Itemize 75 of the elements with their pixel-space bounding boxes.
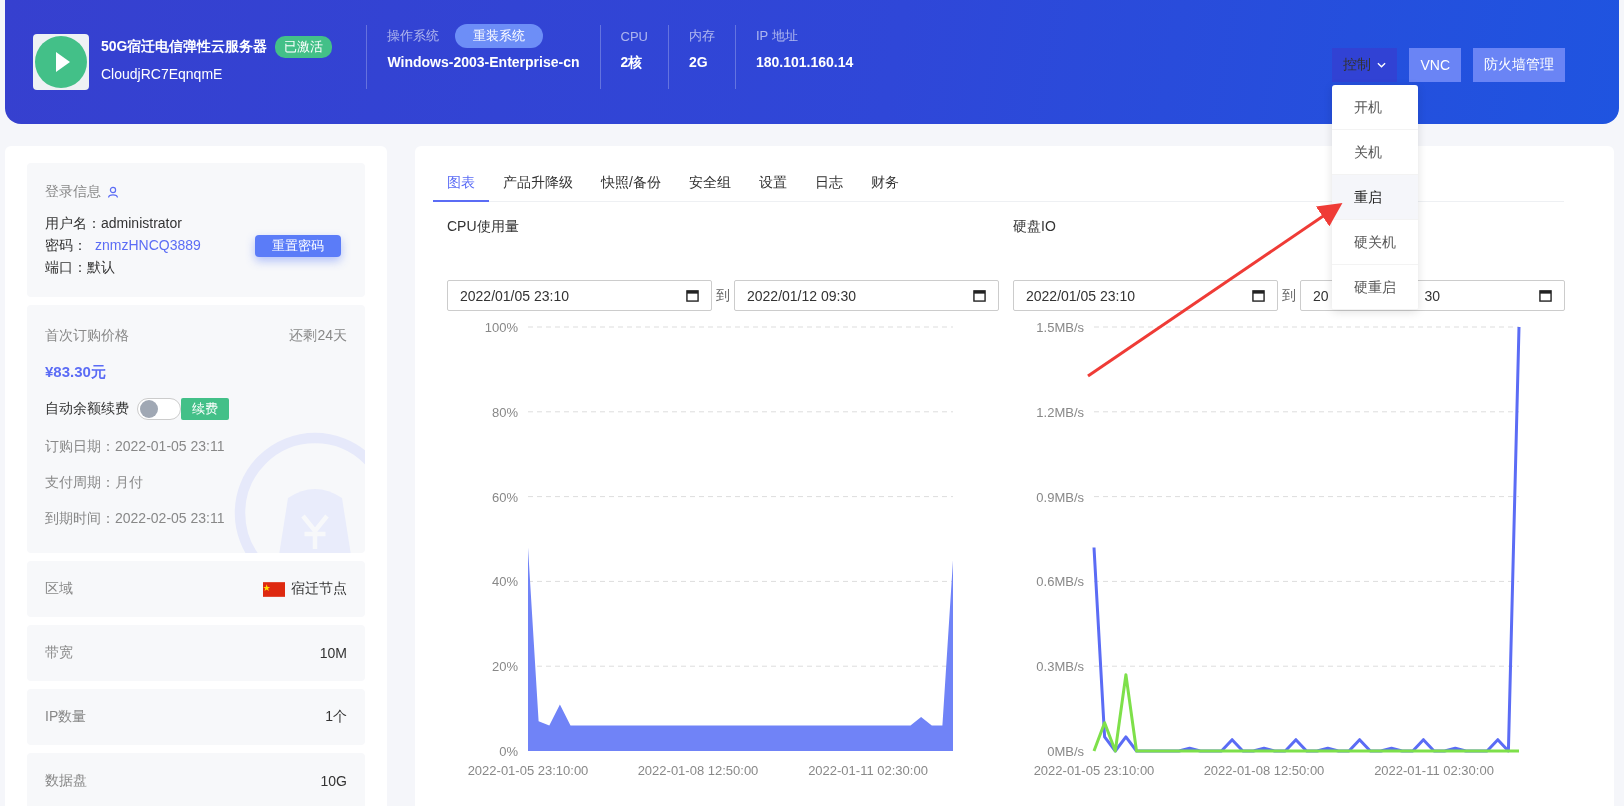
auto-renew-label: 自动余额续费	[45, 400, 129, 418]
y-axis-label: 80%	[491, 404, 518, 420]
tab[interactable]: 产品升降级	[489, 168, 587, 202]
property-value: 10G	[320, 773, 347, 789]
y-axis-label: 100%	[484, 320, 518, 335]
y-axis-label: 1.5MB/s	[1036, 320, 1084, 335]
billing-detail: 订购日期：2022-01-05 23:11	[45, 438, 225, 456]
x-axis-label: 2022-01-11 02:30:00	[1374, 763, 1494, 778]
tab[interactable]: 图表	[433, 168, 489, 202]
y-axis-label: 60%	[491, 489, 518, 505]
password-value: znmzHNCQ3889	[95, 237, 201, 255]
property-value: 10M	[319, 645, 347, 661]
y-axis-label: 1.2MB/s	[1036, 404, 1084, 420]
tab[interactable]: 设置	[744, 168, 801, 202]
port-text: 端口：默认	[45, 259, 116, 277]
tab[interactable]: 安全组	[674, 168, 745, 202]
tab[interactable]: 财务	[856, 168, 913, 202]
login-title: 登录信息	[45, 183, 101, 201]
calendar-icon	[1252, 289, 1265, 302]
calendar-icon	[686, 289, 699, 302]
date-field[interactable]: 2022/01/12 09:30	[734, 280, 999, 311]
x-axis-label: 2022-01-05 23:10:00	[1033, 763, 1155, 778]
spec-label: 内存	[688, 27, 715, 45]
billing-detail: 到期时间：2022-02-05 23:11	[45, 510, 225, 528]
billing-detail: 支付周期：月付	[45, 474, 143, 492]
property-label: IP数量	[45, 708, 87, 726]
property-label: 数据盘	[45, 772, 87, 790]
caret-icon	[1377, 62, 1387, 68]
tab[interactable]: 日志	[800, 168, 857, 202]
date-field[interactable]: 2022/01/05 23:10	[447, 280, 712, 311]
date-separator: 到	[716, 286, 730, 305]
auto-renew-toggle[interactable]	[137, 398, 181, 420]
remaining-days: 还剩24天	[289, 327, 347, 345]
spec-value: 2核	[620, 54, 644, 72]
menu-item[interactable]: 开机	[1332, 85, 1419, 130]
chart-title: CPU使用量	[447, 218, 519, 236]
y-axis-label: 20%	[491, 659, 518, 675]
spec-value: 2G	[688, 54, 709, 70]
chart-title: 硬盘IO	[1013, 218, 1056, 236]
property-value: 1个	[325, 708, 347, 726]
spec-value: 180.101.160.14	[755, 54, 854, 70]
property-label: 带宽	[45, 644, 73, 662]
date-field[interactable]: 2022/01/05 23:10	[1013, 280, 1278, 311]
tab[interactable]: 快照/备份	[587, 168, 675, 202]
y-axis-label: 40%	[491, 574, 518, 590]
x-axis-label: 2022-01-11 02:30:00	[808, 763, 928, 778]
calendar-icon	[973, 289, 986, 302]
property-value: 宿迁节点	[291, 580, 347, 598]
os-label: 操作系统	[387, 27, 440, 45]
reset-password-button[interactable]: 重置密码	[255, 235, 341, 257]
y-axis-label: 0.9MB/s	[1036, 489, 1084, 505]
property-label: 区域	[45, 580, 73, 598]
username-text: 用户名：administrator	[45, 215, 183, 233]
x-axis-label: 2022-01-08 12:50:00	[1203, 763, 1325, 778]
play-logo-icon	[33, 34, 89, 90]
y-axis-label: 0MB/s	[1047, 744, 1084, 759]
price-value: ¥83.30元	[45, 363, 106, 382]
menu-item[interactable]: 重启	[1332, 175, 1419, 220]
spec-label: CPU	[620, 28, 648, 44]
y-axis-label: 0%	[499, 744, 518, 759]
product-name: 50G宿迁电信弹性云服务器	[101, 38, 268, 56]
os-value: Windows-2003-Enterprise-cn	[387, 54, 580, 70]
password-label: 密码：	[45, 237, 87, 255]
flag-icon	[263, 581, 285, 597]
spec-label: IP 地址	[755, 27, 798, 45]
x-axis-label: 2022-01-05 23:10:00	[467, 763, 589, 778]
y-axis-label: 0.6MB/s	[1036, 574, 1084, 590]
price-label: 首次订购价格	[45, 327, 129, 345]
x-axis-label: 2022-01-08 12:50:00	[637, 763, 759, 778]
date-separator: 到	[1282, 286, 1296, 305]
status-badge: 已激活	[275, 36, 333, 58]
y-axis-label: 0.3MB/s	[1036, 659, 1084, 675]
user-icon	[107, 186, 119, 198]
instance-id: CloudjRC7EqnqmE	[101, 66, 224, 82]
calendar-icon	[1539, 289, 1552, 302]
